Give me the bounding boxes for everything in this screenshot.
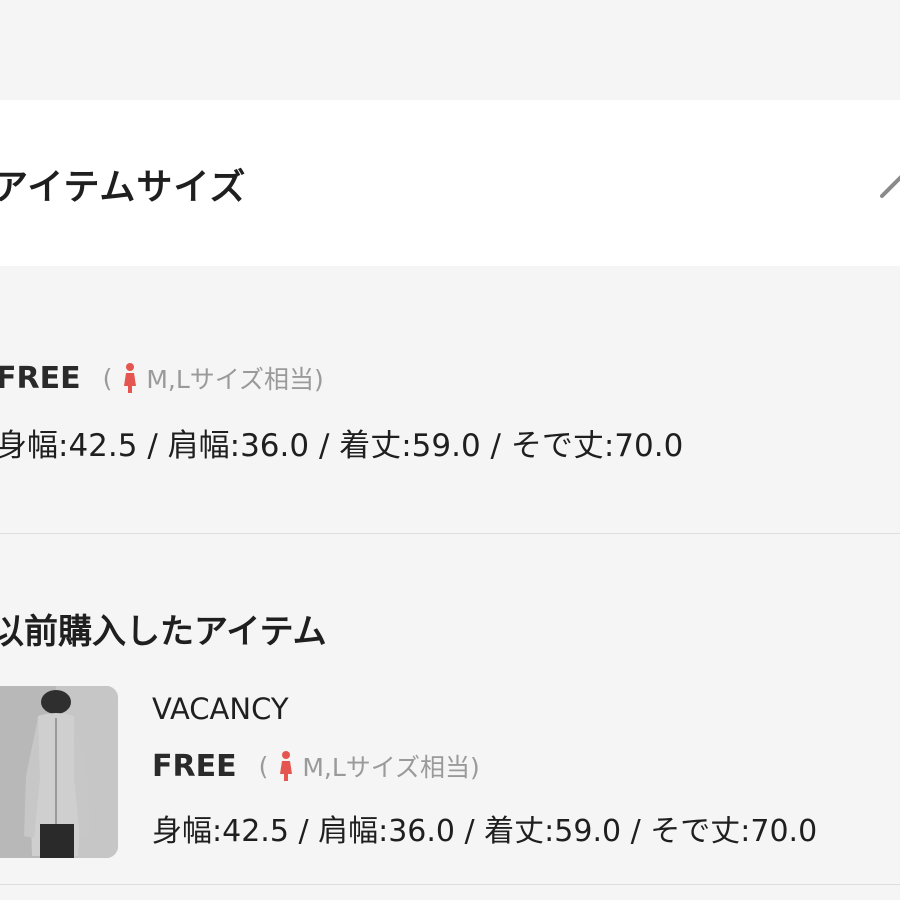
purchased-item-thumbnail[interactable] bbox=[0, 686, 118, 858]
purchased-item-size-equivalent: ( M,Lサイズ相当) bbox=[259, 748, 480, 784]
section-divider bbox=[0, 533, 900, 534]
size-equivalent-text: M,Lサイズ相当) bbox=[302, 753, 480, 782]
size-name: FREE bbox=[0, 360, 81, 396]
pencil-icon[interactable] bbox=[878, 170, 900, 200]
purchased-item-measurements: 身幅:42.5 / 肩幅:36.0 / 着丈:59.0 / そで丈:70.0 bbox=[152, 814, 818, 849]
size-equivalent-text: M,Lサイズ相当) bbox=[146, 365, 324, 394]
purchased-item-brand: VACANCY bbox=[152, 692, 289, 726]
size-summary: FREE ( M,Lサイズ相当) bbox=[0, 360, 324, 396]
size-equivalent: ( M,Lサイズ相当) bbox=[103, 360, 324, 396]
current-size-block: FREE ( M,Lサイズ相当) 身幅:42.5 / 肩幅:36.0 / 着丈:… bbox=[0, 268, 900, 534]
item-size-header[interactable]: アイテムサイズ bbox=[0, 100, 900, 266]
purchased-section-title: 以前購入したアイテム bbox=[0, 612, 327, 652]
purchased-item-size-summary: FREE ( M,Lサイズ相当) bbox=[152, 748, 480, 784]
size-measurements: 身幅:42.5 / 肩幅:36.0 / 着丈:59.0 / そで丈:70.0 bbox=[0, 428, 684, 464]
female-person-icon bbox=[124, 363, 137, 393]
equiv-open-paren: ( bbox=[258, 751, 269, 781]
female-person-icon bbox=[280, 751, 293, 781]
equiv-open-paren: ( bbox=[102, 363, 113, 393]
list-divider bbox=[0, 884, 900, 885]
purchased-item-size-name: FREE bbox=[152, 748, 237, 784]
model-photo-image bbox=[0, 686, 118, 858]
page-title: アイテムサイズ bbox=[0, 167, 247, 208]
